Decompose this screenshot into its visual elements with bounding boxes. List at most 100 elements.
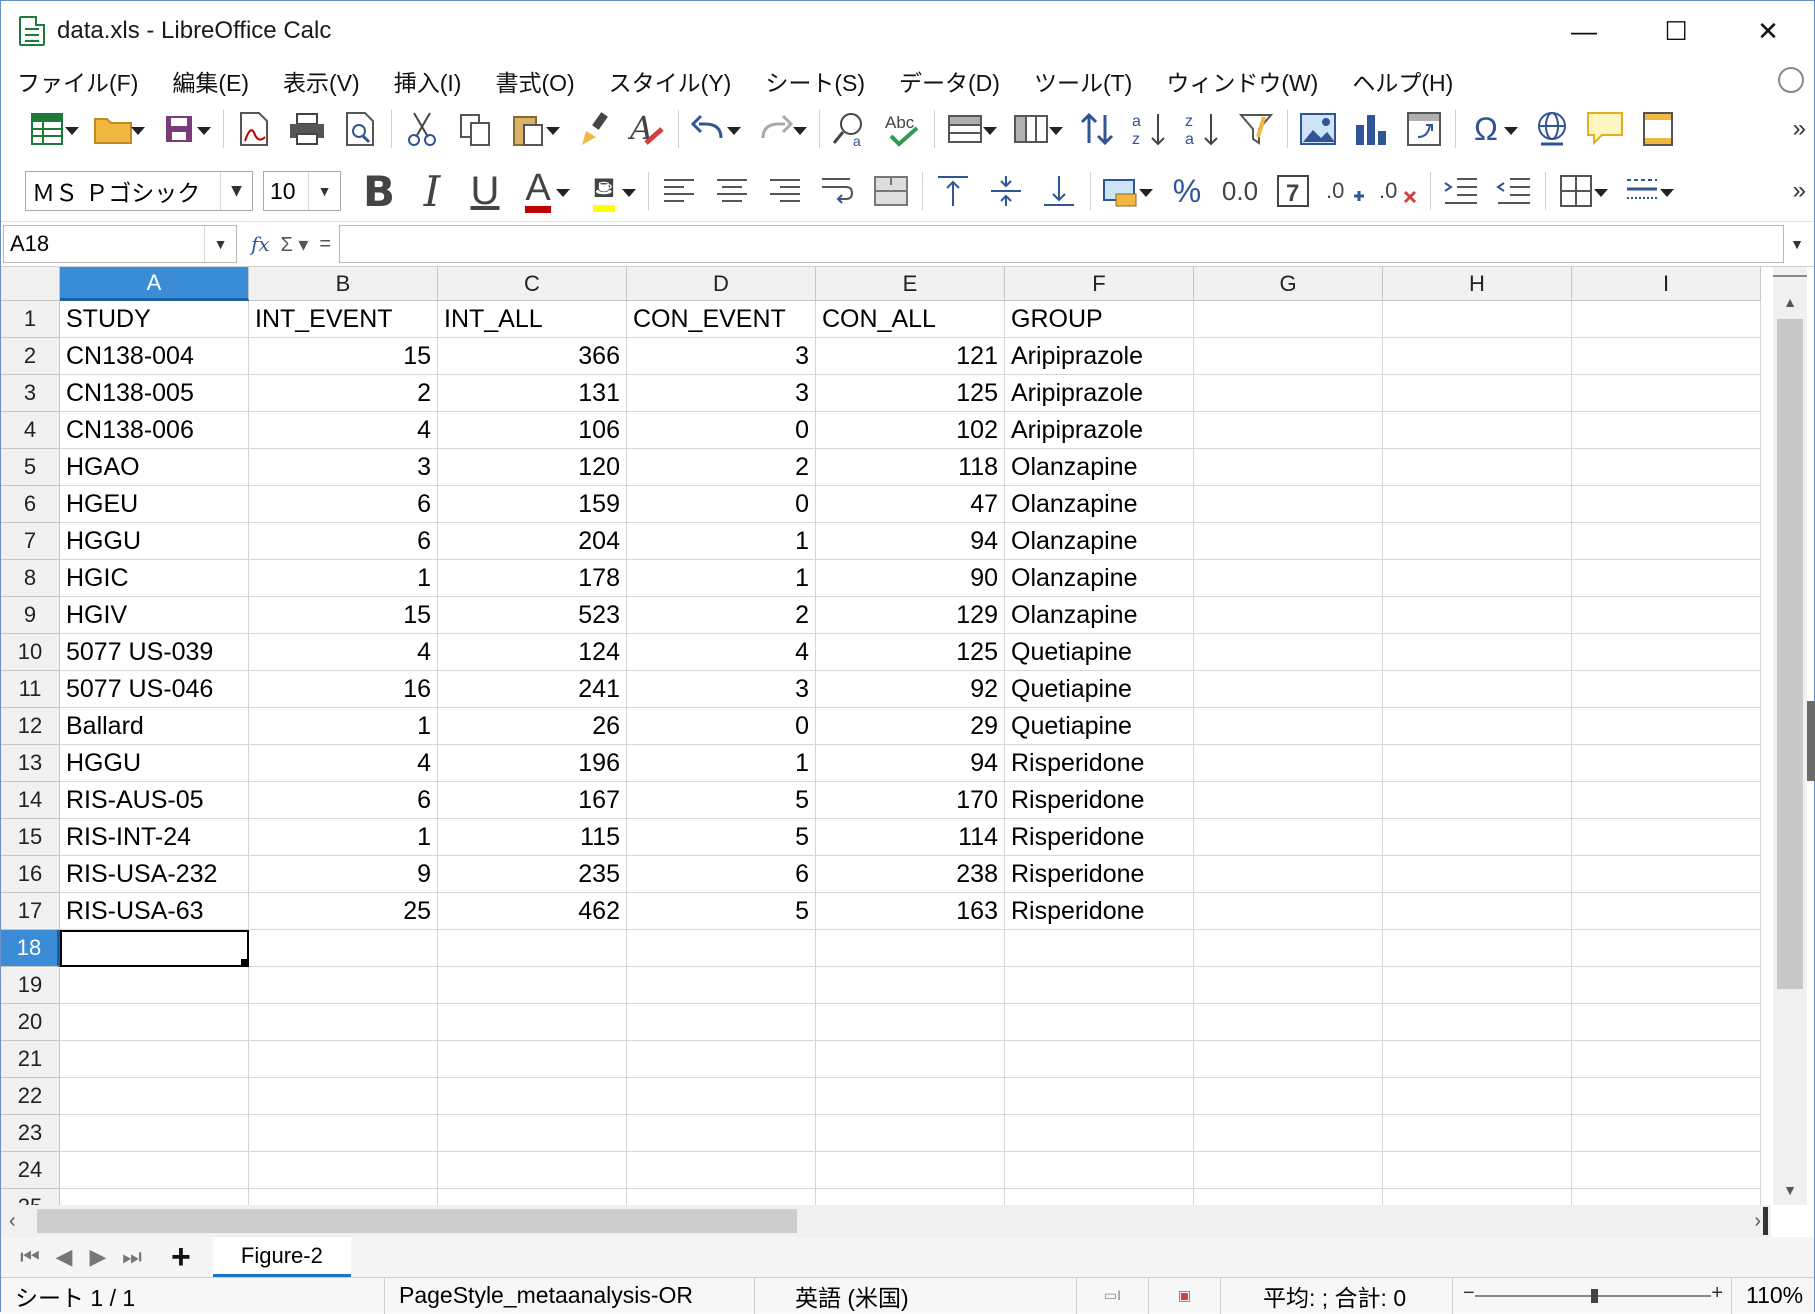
- cell-c13[interactable]: 196: [438, 745, 627, 782]
- cell-e19[interactable]: [816, 967, 1005, 1004]
- cell-g25[interactable]: [1194, 1189, 1383, 1205]
- minimize-button[interactable]: —: [1538, 1, 1630, 61]
- cell-h10[interactable]: [1383, 634, 1572, 671]
- cell-c5[interactable]: 120: [438, 449, 627, 486]
- cell-f11[interactable]: Quetiapine: [1005, 671, 1194, 708]
- cell-h14[interactable]: [1383, 782, 1572, 819]
- cell-g9[interactable]: [1194, 597, 1383, 634]
- delete-decimal-icon[interactable]: .0: [1377, 169, 1421, 213]
- cell-c9[interactable]: 523: [438, 597, 627, 634]
- row-header-3[interactable]: 3: [1, 375, 60, 412]
- cell-e3[interactable]: 125: [816, 375, 1005, 412]
- comment-icon[interactable]: [1583, 107, 1627, 151]
- split-row-handle[interactable]: [1773, 267, 1807, 277]
- cell-b24[interactable]: [249, 1152, 438, 1189]
- cell-f3[interactable]: Aripiprazole: [1005, 375, 1194, 412]
- cell-c16[interactable]: 235: [438, 856, 627, 893]
- first-sheet-icon[interactable]: ⏮: [13, 1244, 47, 1270]
- close-button[interactable]: ✕: [1722, 1, 1814, 61]
- cell-d1[interactable]: CON_EVENT: [627, 301, 816, 338]
- row-header-24[interactable]: 24: [1, 1152, 60, 1189]
- cell-a4[interactable]: CN138-006: [60, 412, 249, 449]
- cell-c12[interactable]: 26: [438, 708, 627, 745]
- cell-h1[interactable]: [1383, 301, 1572, 338]
- cell-d3[interactable]: 3: [627, 375, 816, 412]
- column-header-h[interactable]: H: [1383, 267, 1572, 301]
- menu-view[interactable]: 表示(V): [283, 64, 360, 98]
- insert-mode-icon[interactable]: ▭I: [1077, 1277, 1149, 1314]
- cell-i2[interactable]: [1572, 338, 1761, 375]
- cell-c10[interactable]: 124: [438, 634, 627, 671]
- cell-f7[interactable]: Olanzapine: [1005, 523, 1194, 560]
- cell-f4[interactable]: Aripiprazole: [1005, 412, 1194, 449]
- cell-i18[interactable]: [1572, 930, 1761, 967]
- align-middle-icon[interactable]: [984, 169, 1028, 213]
- cell-f15[interactable]: Risperidone: [1005, 819, 1194, 856]
- cell-b14[interactable]: 6: [249, 782, 438, 819]
- cell-a3[interactable]: CN138-005: [60, 375, 249, 412]
- previous-sheet-icon[interactable]: ◀: [47, 1244, 81, 1270]
- cell-e20[interactable]: [816, 1004, 1005, 1041]
- cell-d23[interactable]: [627, 1115, 816, 1152]
- font-name-select[interactable]: ＭＳ Ｐゴシック ▼: [25, 171, 253, 211]
- cell-d15[interactable]: 5: [627, 819, 816, 856]
- cell-g5[interactable]: [1194, 449, 1383, 486]
- cell-e17[interactable]: 163: [816, 893, 1005, 930]
- add-decimal-icon[interactable]: .0: [1324, 169, 1368, 213]
- cell-c4[interactable]: 106: [438, 412, 627, 449]
- print-preview-icon[interactable]: [338, 107, 382, 151]
- font-size-select[interactable]: 10 ▼: [263, 171, 341, 211]
- menu-format[interactable]: 書式(O): [495, 64, 574, 98]
- cell-d19[interactable]: [627, 967, 816, 1004]
- row-header-22[interactable]: 22: [1, 1078, 60, 1115]
- row-header-9[interactable]: 9: [1, 597, 60, 634]
- next-sheet-icon[interactable]: ▶: [81, 1244, 115, 1270]
- cell-b22[interactable]: [249, 1078, 438, 1115]
- cell-i7[interactable]: [1572, 523, 1761, 560]
- column-icon[interactable]: [1009, 107, 1063, 151]
- cell-b4[interactable]: 4: [249, 412, 438, 449]
- cell-a15[interactable]: RIS-INT-24: [60, 819, 249, 856]
- sort-icon[interactable]: [1075, 107, 1119, 151]
- row-icon[interactable]: [943, 107, 997, 151]
- cell-i4[interactable]: [1572, 412, 1761, 449]
- zoom-knob[interactable]: [1591, 1288, 1598, 1303]
- copy-icon[interactable]: [453, 107, 497, 151]
- scroll-up-icon[interactable]: ▲: [1773, 287, 1807, 317]
- cell-i20[interactable]: [1572, 1004, 1761, 1041]
- cell-a8[interactable]: HGIC: [60, 560, 249, 597]
- number-format-button[interactable]: 0.0: [1218, 169, 1262, 213]
- scroll-left-icon[interactable]: ‹: [9, 1205, 16, 1237]
- expand-formula-bar-icon[interactable]: ▼: [1790, 236, 1804, 252]
- cell-c11[interactable]: 241: [438, 671, 627, 708]
- cell-a18[interactable]: [60, 930, 249, 967]
- cell-e2[interactable]: 121: [816, 338, 1005, 375]
- merge-cells-icon[interactable]: [869, 169, 913, 213]
- cell-f10[interactable]: Quetiapine: [1005, 634, 1194, 671]
- percent-format-button[interactable]: %: [1165, 169, 1209, 213]
- cell-i13[interactable]: [1572, 745, 1761, 782]
- scroll-down-icon[interactable]: ▼: [1773, 1175, 1807, 1205]
- cell-f9[interactable]: Olanzapine: [1005, 597, 1194, 634]
- menu-file[interactable]: ファイル(F): [17, 64, 138, 98]
- cell-d22[interactable]: [627, 1078, 816, 1115]
- cell-a19[interactable]: [60, 967, 249, 1004]
- cell-g24[interactable]: [1194, 1152, 1383, 1189]
- menu-window[interactable]: ウィンドウ(W): [1166, 64, 1318, 98]
- cell-a12[interactable]: Ballard: [60, 708, 249, 745]
- scroll-right-icon[interactable]: ›: [1754, 1205, 1761, 1237]
- undo-icon[interactable]: [687, 107, 741, 151]
- column-header-c[interactable]: C: [438, 267, 627, 301]
- cell-c3[interactable]: 131: [438, 375, 627, 412]
- cell-a16[interactable]: RIS-USA-232: [60, 856, 249, 893]
- cell-d2[interactable]: 3: [627, 338, 816, 375]
- cell-f19[interactable]: [1005, 967, 1194, 1004]
- clear-formatting-icon[interactable]: A: [625, 107, 669, 151]
- name-box[interactable]: A18 ▼: [3, 225, 237, 263]
- row-header-7[interactable]: 7: [1, 523, 60, 560]
- cell-d24[interactable]: [627, 1152, 816, 1189]
- cell-b13[interactable]: 4: [249, 745, 438, 782]
- cell-f13[interactable]: Risperidone: [1005, 745, 1194, 782]
- cell-h13[interactable]: [1383, 745, 1572, 782]
- cell-g22[interactable]: [1194, 1078, 1383, 1115]
